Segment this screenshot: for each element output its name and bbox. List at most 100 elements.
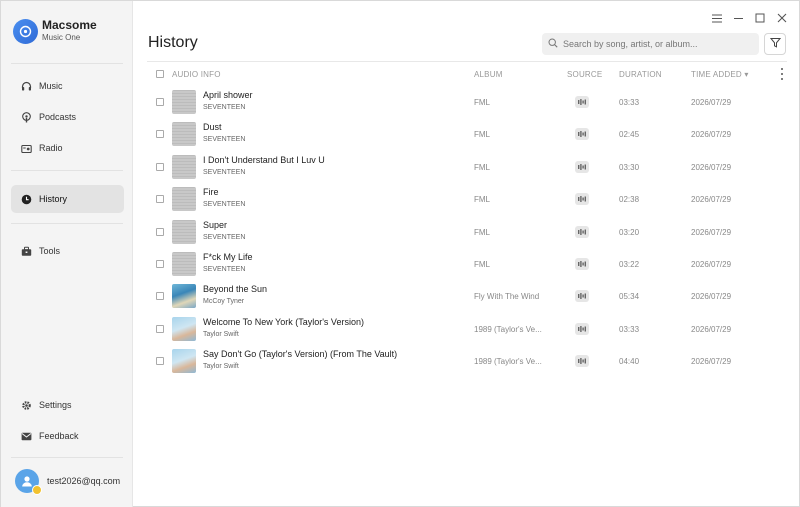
song-duration: 04:40	[619, 357, 640, 367]
search-input[interactable]	[563, 39, 753, 49]
table-row[interactable]: Say Don't Go (Taylor's Version) (From Th…	[147, 345, 787, 377]
song-time-added: 2026/07/29	[691, 324, 732, 334]
app-window: Macsome Music One Music Podcasts Radio H…	[0, 0, 800, 507]
source-music-icon	[575, 96, 589, 108]
column-header-duration[interactable]: DURATION	[619, 70, 662, 79]
song-duration: 05:34	[619, 292, 640, 302]
song-artist: SEVENTEEN	[203, 136, 246, 144]
album-cover	[172, 122, 196, 147]
table-row[interactable]: F*ck My Life SEVENTEEN FML 03:22 2026/07/29	[147, 248, 787, 280]
song-duration: 02:38	[619, 195, 640, 205]
column-header-time-added[interactable]: TIME ADDED ▾	[691, 70, 749, 79]
sidebar-item-podcasts[interactable]: Podcasts	[11, 103, 124, 131]
song-time-added: 2026/07/29	[691, 357, 732, 367]
app-logo-icon	[13, 18, 38, 44]
song-title: Dust	[203, 122, 222, 133]
column-header-source[interactable]: SOURCE	[567, 70, 602, 79]
song-album: FML	[474, 162, 490, 172]
sidebar-item-music[interactable]: Music	[11, 72, 124, 100]
filter-button[interactable]	[764, 33, 786, 55]
brand: Macsome Music One	[13, 18, 97, 44]
album-cover	[172, 284, 196, 309]
row-checkbox[interactable]	[156, 260, 164, 268]
filter-icon	[769, 35, 781, 53]
song-title: I Don't Understand But I Luv U	[203, 154, 325, 165]
sidebar-divider	[11, 223, 123, 224]
sidebar-item-tools[interactable]: Tools	[11, 237, 124, 265]
source-music-icon	[575, 322, 589, 335]
sidebar-item-feedback[interactable]: Feedback	[11, 422, 124, 450]
sidebar-divider	[11, 170, 123, 171]
song-time-added: 2026/07/29	[691, 130, 732, 140]
source-music-icon	[575, 160, 589, 173]
song-time-added: 2026/07/29	[691, 227, 732, 237]
row-checkbox[interactable]	[156, 162, 164, 171]
row-checkbox[interactable]	[156, 357, 164, 366]
search-icon	[548, 35, 558, 53]
user-account[interactable]: test2026@qq.com	[15, 469, 121, 495]
mail-icon	[20, 430, 32, 442]
song-album: 1989 (Taylor's Ve...	[474, 324, 542, 334]
row-checkbox[interactable]	[156, 324, 164, 333]
song-duration: 03:22	[619, 260, 640, 269]
search-box[interactable]	[542, 33, 759, 55]
source-music-icon	[575, 355, 589, 368]
podcast-icon	[20, 111, 32, 123]
header-divider	[147, 61, 787, 62]
song-title: April shower	[203, 90, 253, 100]
user-email: test2026@qq.com	[47, 476, 121, 486]
minimize-icon[interactable]	[732, 11, 746, 25]
table-row[interactable]: I Don't Understand But I Luv U SEVENTEEN F…	[147, 151, 787, 183]
row-checkbox[interactable]	[156, 195, 164, 204]
source-music-icon	[575, 193, 589, 206]
song-time-added: 2026/07/29	[691, 260, 732, 269]
song-duration: 03:33	[619, 98, 640, 107]
source-music-icon	[575, 225, 589, 238]
song-artist: Taylor Swift	[203, 363, 239, 371]
table-row[interactable]: Super SEVENTEEN FML 03:20 2026/07/29	[147, 216, 787, 248]
app-subtitle: Music One	[42, 33, 81, 42]
vip-badge-icon	[32, 485, 42, 495]
row-checkbox[interactable]	[156, 227, 164, 236]
column-options-icon[interactable]	[779, 67, 785, 81]
song-album: FML	[474, 260, 490, 269]
song-artist: Taylor Swift	[203, 330, 239, 338]
table-row[interactable]: Dust SEVENTEEN FML 02:45 2026/07/29	[147, 118, 787, 150]
song-artist: SEVENTEEN	[203, 201, 246, 209]
column-header-audio-info[interactable]: AUDIO INFO	[172, 70, 221, 79]
row-checkbox[interactable]	[156, 292, 164, 301]
sidebar-item-label: Podcasts	[39, 112, 77, 122]
sidebar-item-label: Feedback	[39, 431, 79, 441]
menu-icon[interactable]	[710, 11, 724, 25]
maximize-icon[interactable]	[753, 11, 767, 25]
song-title: Beyond the Sun	[203, 284, 268, 295]
song-artist: SEVENTEEN	[203, 104, 246, 111]
source-music-icon	[575, 290, 589, 303]
song-duration: 03:33	[619, 324, 640, 334]
song-time-added: 2026/07/29	[691, 292, 732, 302]
table-row[interactable]: Beyond the Sun McCoy Tyner Fly With The Wi…	[147, 280, 787, 312]
album-cover	[172, 219, 196, 244]
source-music-icon	[575, 128, 589, 141]
column-header-album[interactable]: ALBUM	[474, 70, 503, 79]
sidebar-item-radio[interactable]: Radio	[11, 134, 124, 162]
song-album: FML	[474, 195, 490, 205]
song-album: FML	[474, 130, 490, 140]
avatar[interactable]	[15, 469, 42, 495]
sidebar-item-history[interactable]: History	[11, 185, 124, 213]
row-checkbox[interactable]	[156, 130, 164, 139]
table-row[interactable]: Welcome To New York (Taylor's Version) Ta…	[147, 313, 787, 345]
song-artist: SEVENTEEN	[203, 233, 246, 241]
song-time-added: 2026/07/29	[691, 162, 732, 172]
table-row[interactable]: April shower SEVENTEEN FML 03:33 2026/07/29	[147, 86, 787, 118]
sidebar-item-settings[interactable]: Settings	[11, 391, 124, 419]
close-icon[interactable]	[775, 11, 789, 25]
table-row[interactable]: Fire SEVENTEEN FML 02:38 2026/07/29	[147, 183, 787, 215]
song-duration: 02:45	[619, 130, 640, 140]
row-checkbox[interactable]	[156, 98, 164, 106]
song-title: F*ck My Life	[203, 252, 253, 262]
clock-icon	[20, 193, 32, 205]
select-all-checkbox[interactable]	[156, 70, 164, 78]
song-album: FML	[474, 227, 490, 237]
sidebar-item-label: Radio	[39, 143, 63, 153]
